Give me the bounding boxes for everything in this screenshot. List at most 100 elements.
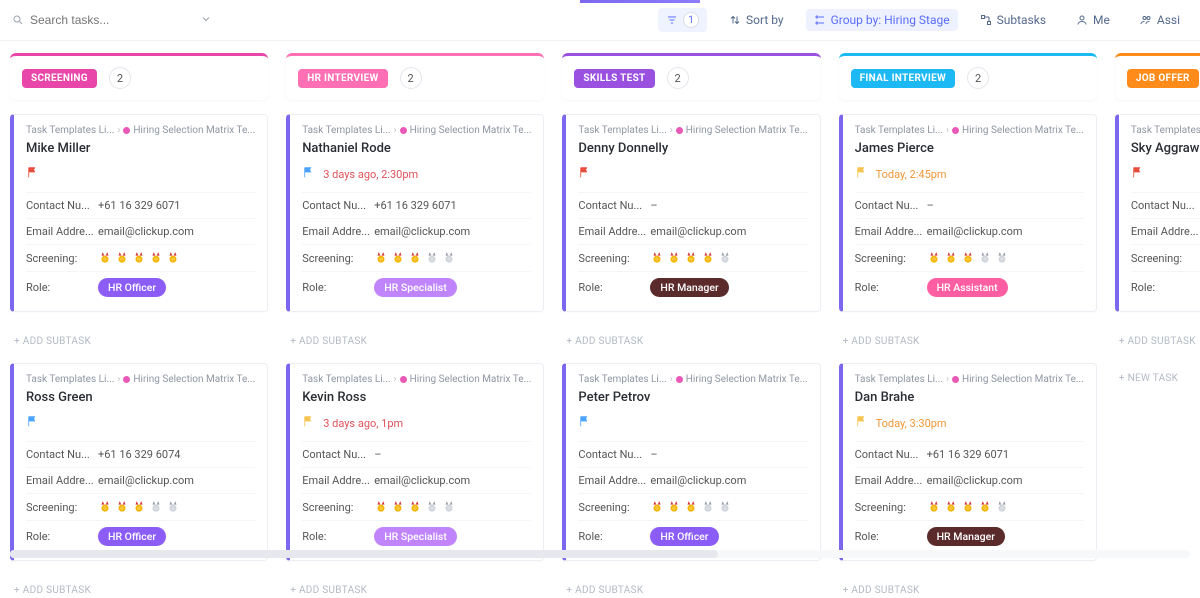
lane-header[interactable]: SKILLS TEST2 (562, 53, 820, 100)
role-badge: HR Officer (650, 527, 718, 546)
priority-flag-icon[interactable] (1131, 166, 1144, 182)
add-subtask-button[interactable]: + ADD SUBTASK (562, 326, 820, 349)
add-subtask-button[interactable]: + ADD SUBTASK (839, 326, 1097, 349)
field-label-contact: Contact Nu... (26, 448, 98, 461)
priority-flag-icon[interactable] (302, 415, 315, 431)
lane-header[interactable]: JOB OFFER1 (1115, 53, 1200, 100)
field-label-email: Email Addre... (1131, 225, 1200, 238)
flag-row: Today, 3:30pm (855, 415, 1084, 431)
task-card[interactable]: Task Templates Li...›Hiring Selection Ma… (562, 114, 820, 312)
priority-flag-icon[interactable] (855, 415, 868, 431)
breadcrumb: Task Templates Li...›Hiring Selection Ma… (26, 374, 255, 385)
subtasks-button[interactable]: Subtasks (972, 9, 1054, 31)
field-label-contact: Contact Nu... (302, 199, 374, 212)
task-card[interactable]: Task Templates Li...›Hiring Selection Ma… (1115, 114, 1200, 312)
breadcrumb: Task Templates Li...›Hiring Selection Ma… (855, 374, 1084, 385)
lane-count: 2 (667, 67, 689, 89)
field-label-role: Role: (302, 281, 374, 294)
task-card[interactable]: Task Templates Li...›Hiring Selection Ma… (10, 363, 268, 561)
role-badge: HR Assistant (927, 278, 1008, 297)
flag-row (26, 415, 255, 431)
add-subtask-button[interactable]: + ADD SUBTASK (839, 575, 1097, 598)
add-subtask-button[interactable]: + ADD SUBTASK (286, 575, 544, 598)
add-subtask-button[interactable]: + ADD SUBTASK (10, 575, 268, 598)
field-label-email: Email Addre... (26, 225, 98, 238)
candidate-name: Denny Donnelly (578, 141, 807, 156)
lane-header[interactable]: HR INTERVIEW2 (286, 53, 544, 100)
role-badge: HR Manager (927, 527, 1005, 546)
candidate-name: James Pierce (855, 141, 1084, 156)
page-accent (580, 0, 700, 3)
status-dot-icon (400, 376, 407, 383)
stage-pill: HR INTERVIEW (298, 69, 387, 88)
priority-flag-icon[interactable] (578, 166, 591, 182)
groupby-button[interactable]: Group by: Hiring Stage (806, 9, 958, 31)
stage-pill: FINAL INTERVIEW (851, 69, 955, 88)
lane-header[interactable]: SCREENING2 (10, 53, 268, 100)
task-card[interactable]: Task Templates Li...›Hiring Selection Ma… (10, 114, 268, 312)
me-button[interactable]: Me (1068, 9, 1118, 31)
add-subtask-button[interactable]: + ADD SUBTASK (562, 575, 820, 598)
new-task-button[interactable]: + NEW TASK (1115, 363, 1200, 386)
add-subtask-button[interactable]: + ADD SUBTASK (10, 326, 268, 349)
field-label-email: Email Addre... (302, 474, 374, 487)
assignee-button[interactable]: Assi (1132, 9, 1188, 31)
flag-row: Today, 2:45pm (855, 166, 1084, 182)
field-label-screening: Screening: (578, 501, 650, 514)
email-value: email@clickup.com (927, 225, 1023, 238)
search-input[interactable] (30, 13, 170, 27)
task-card[interactable]: Task Templates Li...›Hiring Selection Ma… (562, 363, 820, 561)
screening-medals (374, 251, 456, 265)
priority-flag-icon[interactable] (578, 415, 591, 431)
field-label-screening: Screening: (26, 252, 98, 265)
breadcrumb: Task Templates Li...›Hiring Selection Ma… (855, 125, 1084, 136)
breadcrumb: Task Templates Li...›Hiring Selection Ma… (578, 125, 807, 136)
priority-flag-icon[interactable] (26, 415, 39, 431)
field-label-screening: Screening: (578, 252, 650, 265)
candidate-name: Sky Aggrawal (1131, 141, 1200, 156)
candidate-name: Mike Miller (26, 141, 255, 156)
task-card[interactable]: Task Templates Li...›Hiring Selection Ma… (286, 114, 544, 312)
lane-skills_test: SKILLS TEST2 Task Templates Li...›Hiring… (562, 53, 820, 598)
field-label-role: Role: (302, 530, 374, 543)
priority-flag-icon[interactable] (855, 166, 868, 182)
sort-button[interactable]: Sort by (721, 9, 792, 31)
add-subtask-button[interactable]: + ADD SUBTASK (286, 326, 544, 349)
contact-value: – (927, 199, 934, 212)
field-label-screening: Screening: (26, 501, 98, 514)
task-card[interactable]: Task Templates Li...›Hiring Selection Ma… (839, 114, 1097, 312)
contact-value: +61 16 329 6071 (927, 448, 1009, 461)
priority-flag-icon[interactable] (302, 166, 315, 182)
add-subtask-button[interactable]: + ADD SUBTASK (1115, 326, 1200, 349)
screening-medals (98, 500, 180, 514)
priority-flag-icon[interactable] (26, 166, 39, 182)
groupby-label: Group by: Hiring Stage (831, 13, 950, 27)
status-dot-icon (952, 127, 959, 134)
lane-final_interview: FINAL INTERVIEW2 Task Templates Li...›Hi… (839, 53, 1097, 598)
task-card[interactable]: Task Templates Li...›Hiring Selection Ma… (839, 363, 1097, 561)
role-badge: HR Manager (650, 278, 728, 297)
candidate-name: Dan Brahe (855, 390, 1084, 405)
field-label-role: Role: (26, 281, 98, 294)
role-badge: HR Specialist (374, 278, 457, 297)
contact-value: +61 16 329 6071 (374, 199, 456, 212)
breadcrumb: Task Templates Li...›Hiring Selection Ma… (578, 374, 807, 385)
horizontal-scrollbar[interactable] (10, 550, 1190, 558)
screening-medals (650, 251, 732, 265)
status-dot-icon (123, 127, 130, 134)
field-label-role: Role: (26, 530, 98, 543)
assignee-label: Assi (1157, 13, 1180, 27)
lane-header[interactable]: FINAL INTERVIEW2 (839, 53, 1097, 100)
field-label-contact: Contact Nu... (855, 199, 927, 212)
chevron-down-icon[interactable] (200, 13, 212, 28)
role-badge: HR Officer (98, 527, 166, 546)
task-card[interactable]: Task Templates Li...›Hiring Selection Ma… (286, 363, 544, 561)
email-value: email@clickup.com (374, 474, 470, 487)
filter-button[interactable]: 1 (658, 8, 707, 32)
due-date: Today, 2:45pm (876, 168, 947, 181)
candidate-name: Peter Petrov (578, 390, 807, 405)
field-label-contact: Contact Nu... (855, 448, 927, 461)
role-badge: HR Specialist (374, 527, 457, 546)
field-label-role: Role: (578, 530, 650, 543)
stage-pill: JOB OFFER (1127, 69, 1199, 88)
